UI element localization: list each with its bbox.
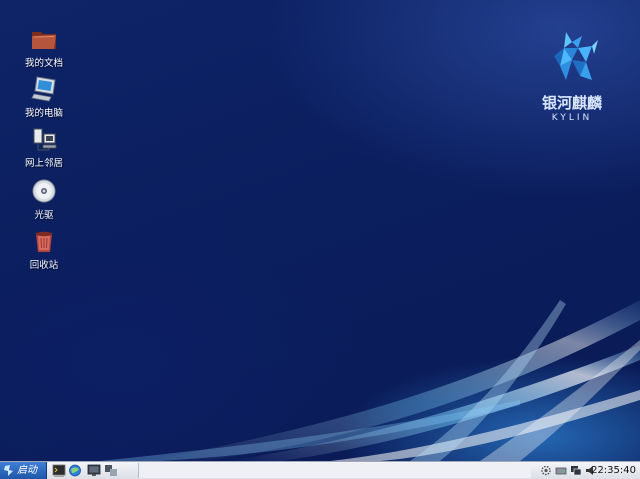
computer-icon	[31, 76, 56, 102]
terminal-icon[interactable]	[52, 464, 66, 477]
logo-english-text: KYLIN	[551, 113, 593, 123]
network-status-icon[interactable]	[570, 465, 582, 476]
desktop-icon-label: 回收站	[29, 260, 59, 271]
drive-icon[interactable]	[555, 465, 567, 476]
settings-icon[interactable]	[540, 465, 552, 476]
trash-icon	[35, 231, 53, 252]
desktop-icon-recycle-bin[interactable]: 回收站	[14, 226, 74, 274]
logo-chinese-text: 银河麒麟	[541, 94, 602, 112]
start-logo-icon	[4, 465, 13, 476]
desktop-icon-my-computer[interactable]: 我的电脑	[14, 74, 74, 122]
task-list[interactable]	[138, 463, 531, 478]
browser-icon[interactable]	[68, 464, 82, 477]
desktop-icon-network[interactable]: 网上邻居	[14, 124, 74, 172]
desktop-icon-label: 我的文档	[24, 58, 63, 69]
cdrom-icon	[32, 179, 56, 203]
monitor-icon[interactable]	[87, 464, 101, 477]
desktop-icon-label: 光驱	[34, 210, 54, 221]
desktop-icon-label: 网上邻居	[24, 158, 63, 169]
start-label: 启动	[17, 465, 37, 476]
kylin-logo: 银河麒麟 KYLIN	[530, 26, 614, 123]
show-desktop-icon[interactable]	[104, 464, 118, 477]
taskbar: 启动 22:35:40	[0, 461, 640, 479]
desktop: 我的文档 我的电脑 网上邻居 光驱 回收站 银河麒麟 KYLIN	[0, 0, 640, 461]
desktop-icon-my-documents[interactable]: 我的文档	[14, 24, 74, 72]
clock[interactable]: 22:35:40	[591, 462, 636, 479]
start-button[interactable]: 启动	[0, 462, 47, 479]
desktop-icon-cdrom[interactable]: 光驱	[14, 176, 74, 224]
kylin-logo-icon	[554, 32, 598, 80]
desktop-icon-label: 我的电脑	[24, 108, 63, 119]
folder-icon	[32, 32, 56, 49]
network-icon	[33, 128, 57, 151]
